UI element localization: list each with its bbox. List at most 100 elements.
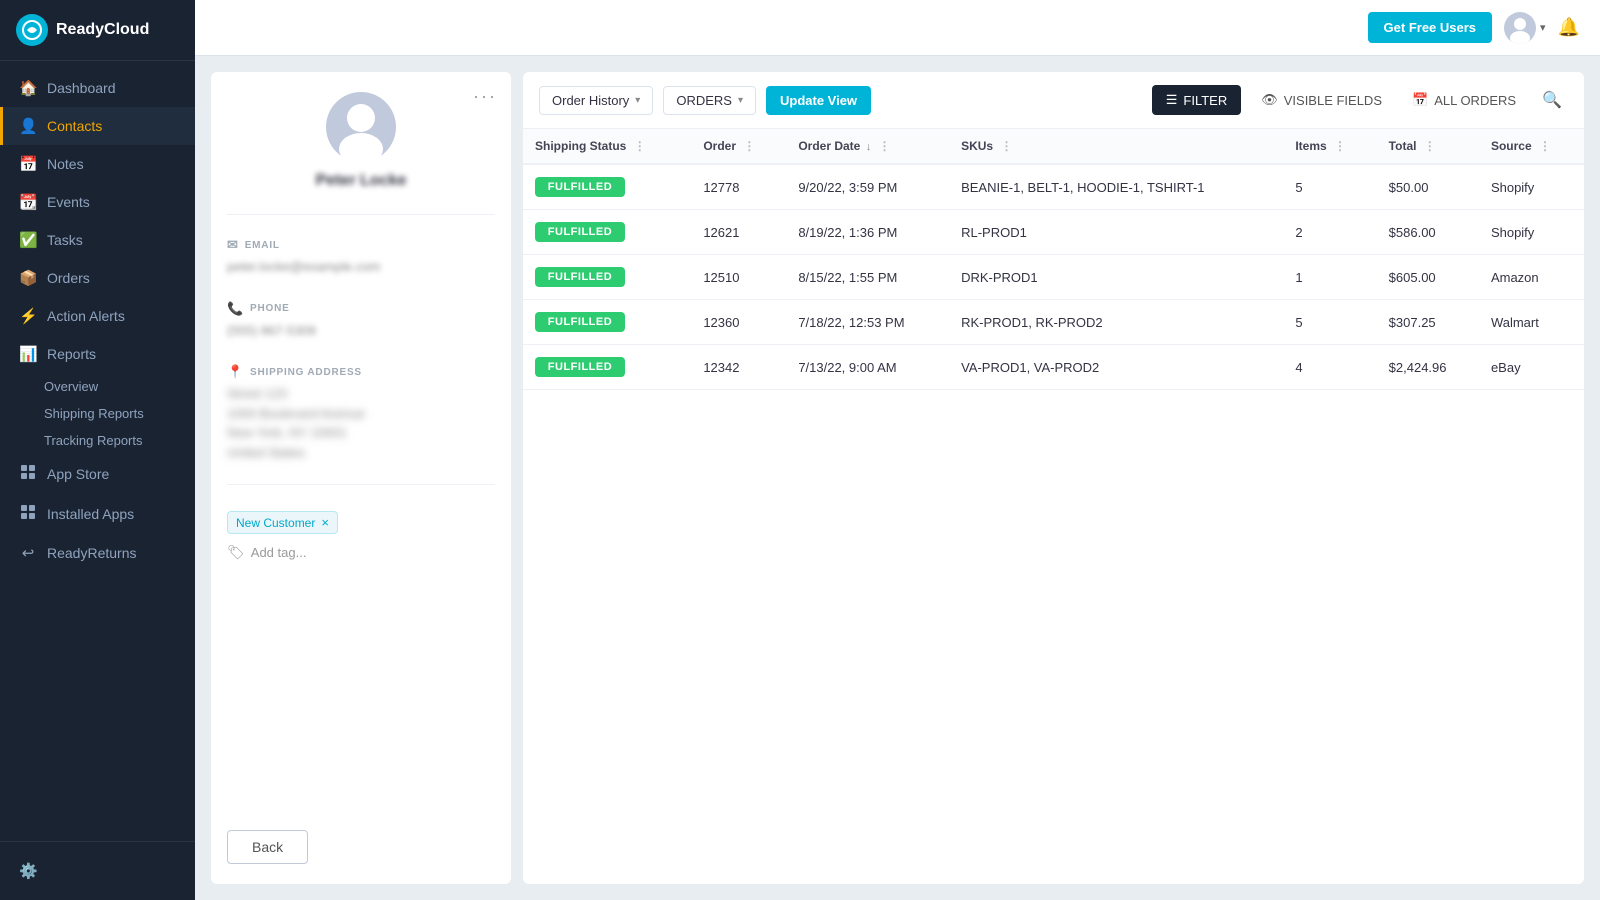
col-menu-icon[interactable]: ⋮: [634, 139, 646, 153]
status-badge: FULFILLED: [535, 312, 625, 332]
dashboard-icon: 🏠: [19, 79, 37, 97]
orders-tbody: FULFILLED 12778 9/20/22, 3:59 PM BEANIE-…: [523, 164, 1584, 390]
cell-order: 12342: [691, 345, 786, 390]
chevron-down-icon: ▾: [1540, 21, 1546, 34]
sidebar-item-action-alerts[interactable]: ⚡ Action Alerts: [0, 297, 195, 335]
address-label: 📍 SHIPPING ADDRESS: [227, 364, 495, 380]
contact-name: Peter Locke: [227, 172, 495, 190]
update-view-button[interactable]: Update View: [766, 86, 871, 115]
sidebar-sub-shipping-reports[interactable]: Shipping Reports: [44, 400, 195, 427]
orders-label: ORDERS: [676, 93, 732, 108]
orders-panel: Order History ▾ ORDERS ▾ Update View ☰ F…: [523, 72, 1584, 884]
cell-date: 9/20/22, 3:59 PM: [786, 164, 949, 210]
orders-table: Shipping Status ⋮ Order ⋮ Order Date ↓ ⋮: [523, 129, 1584, 390]
table-row[interactable]: FULFILLED 12510 8/15/22, 1:55 PM DRK-PRO…: [523, 255, 1584, 300]
table-row[interactable]: FULFILLED 12778 9/20/22, 3:59 PM BEANIE-…: [523, 164, 1584, 210]
panel-menu-icon[interactable]: ···: [473, 86, 497, 107]
tag-close-button[interactable]: ×: [321, 515, 329, 530]
cell-items: 4: [1283, 345, 1376, 390]
sidebar-bottom: ⚙️: [0, 841, 195, 900]
cell-order: 12621: [691, 210, 786, 255]
logo-icon: [16, 14, 48, 46]
cell-items: 2: [1283, 210, 1376, 255]
sidebar-item-label: Installed Apps: [47, 506, 134, 522]
sidebar-sub-tracking-reports[interactable]: Tracking Reports: [44, 427, 195, 454]
notification-bell-icon[interactable]: 🔔: [1558, 17, 1580, 38]
settings-icon: ⚙️: [19, 862, 37, 880]
avatar: [1504, 12, 1536, 44]
action-alerts-icon: ⚡: [19, 307, 37, 325]
events-icon: 📆: [19, 193, 37, 211]
filter-button[interactable]: ☰ FILTER: [1152, 85, 1241, 115]
cell-date: 8/15/22, 1:55 PM: [786, 255, 949, 300]
sort-icon[interactable]: ↓: [866, 141, 872, 153]
sidebar-item-label: Contacts: [47, 118, 102, 134]
user-avatar-area[interactable]: ▾: [1504, 12, 1546, 44]
cell-status: FULFILLED: [523, 345, 691, 390]
col-menu-icon[interactable]: ⋮: [1424, 139, 1436, 153]
sidebar-item-label: Notes: [47, 156, 84, 172]
table-row[interactable]: FULFILLED 12342 7/13/22, 9:00 AM VA-PROD…: [523, 345, 1584, 390]
col-menu-icon[interactable]: ⋮: [879, 139, 891, 153]
back-button[interactable]: Back: [227, 830, 308, 864]
col-menu-icon[interactable]: ⋮: [1334, 139, 1346, 153]
installed-apps-icon: [19, 504, 37, 524]
order-history-dropdown[interactable]: Order History ▾: [539, 86, 653, 115]
filter-icon: ☰: [1166, 92, 1178, 108]
sidebar-item-notes[interactable]: 📅 Notes: [0, 145, 195, 183]
col-shipping-status: Shipping Status ⋮: [523, 129, 691, 164]
sidebar-item-app-store[interactable]: App Store: [0, 454, 195, 494]
cell-items: 5: [1283, 300, 1376, 345]
sidebar-item-dashboard[interactable]: 🏠 Dashboard: [0, 69, 195, 107]
cell-order: 12360: [691, 300, 786, 345]
cell-date: 7/13/22, 9:00 AM: [786, 345, 949, 390]
table-row[interactable]: FULFILLED 12360 7/18/22, 12:53 PM RK-PRO…: [523, 300, 1584, 345]
status-badge: FULFILLED: [535, 267, 625, 287]
cell-source: Amazon: [1479, 255, 1584, 300]
reports-icon: 📊: [19, 345, 37, 363]
table-row[interactable]: FULFILLED 12621 8/19/22, 1:36 PM RL-PROD…: [523, 210, 1584, 255]
visible-fields-button[interactable]: 👁 VISIBLE FIELDS: [1251, 85, 1392, 115]
sidebar-item-events[interactable]: 📆 Events: [0, 183, 195, 221]
phone-icon: 📞: [227, 301, 244, 317]
cell-skus: VA-PROD1, VA-PROD2: [949, 345, 1283, 390]
get-free-users-button[interactable]: Get Free Users: [1368, 12, 1493, 43]
cell-date: 8/19/22, 1:36 PM: [786, 210, 949, 255]
sidebar-settings[interactable]: ⚙️: [0, 852, 195, 890]
sidebar-item-ready-returns[interactable]: ↩ ReadyReturns: [0, 534, 195, 572]
contacts-icon: 👤: [19, 117, 37, 135]
address-value: Street 1231000 Boulevard AvenueNew York,…: [227, 384, 495, 462]
sidebar-item-tasks[interactable]: ✅ Tasks: [0, 221, 195, 259]
cell-status: FULFILLED: [523, 300, 691, 345]
orders-dropdown[interactable]: ORDERS ▾: [663, 86, 756, 115]
cell-status: FULFILLED: [523, 210, 691, 255]
sidebar-item-label: Tasks: [47, 232, 83, 248]
cell-source: Shopify: [1479, 210, 1584, 255]
cell-skus: BEANIE-1, BELT-1, HOODIE-1, TSHIRT-1: [949, 164, 1283, 210]
cell-total: $307.25: [1377, 300, 1479, 345]
main-area: Get Free Users ▾ 🔔 ··· Peter Locke: [195, 0, 1600, 900]
sidebar-item-reports[interactable]: 📊 Reports: [0, 335, 195, 373]
eye-icon: 👁: [1261, 92, 1278, 108]
contact-avatar: [326, 92, 396, 162]
cell-items: 1: [1283, 255, 1376, 300]
topbar: Get Free Users ▾ 🔔: [195, 0, 1600, 56]
col-menu-icon[interactable]: ⋮: [1539, 139, 1551, 153]
sidebar-sub-overview[interactable]: Overview: [44, 373, 195, 400]
add-tag-button[interactable]: 🏷 Add tag...: [227, 544, 306, 561]
cell-skus: RL-PROD1: [949, 210, 1283, 255]
col-skus: SKUs ⋮: [949, 129, 1283, 164]
back-button-area: Back: [227, 810, 495, 864]
cell-source: Walmart: [1479, 300, 1584, 345]
all-orders-button[interactable]: 📅 ALL ORDERS: [1402, 85, 1526, 115]
col-menu-icon[interactable]: ⋮: [1000, 139, 1012, 153]
search-button[interactable]: 🔍: [1536, 84, 1568, 116]
sidebar-item-installed-apps[interactable]: Installed Apps: [0, 494, 195, 534]
cell-status: FULFILLED: [523, 255, 691, 300]
sidebar-item-label: Orders: [47, 270, 90, 286]
sidebar-item-label: App Store: [47, 466, 109, 482]
col-menu-icon[interactable]: ⋮: [743, 139, 755, 153]
sidebar-item-orders[interactable]: 📦 Orders: [0, 259, 195, 297]
cell-items: 5: [1283, 164, 1376, 210]
sidebar-item-contacts[interactable]: 👤 Contacts: [0, 107, 195, 145]
